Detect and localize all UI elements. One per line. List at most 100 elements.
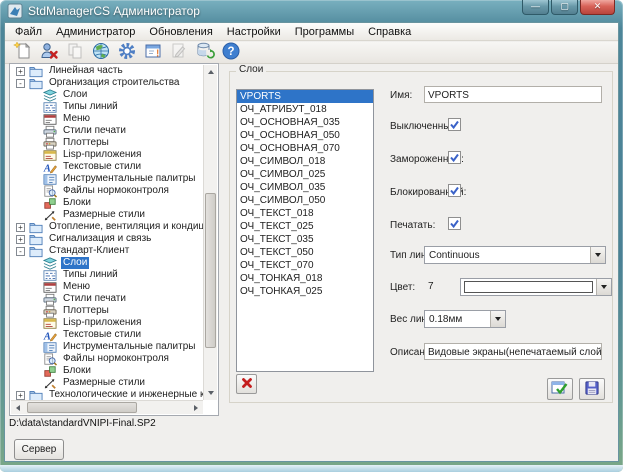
close-button[interactable]: ✕ xyxy=(580,0,615,15)
tree-item[interactable]: Типы линий xyxy=(10,101,203,113)
lineweight-combo[interactable]: 0.18мм xyxy=(424,310,506,328)
layer-list-item[interactable]: VPORTS xyxy=(237,90,373,103)
expand-icon[interactable]: + xyxy=(16,235,25,244)
layer-list-item[interactable]: ОЧ_ТЕКСТ_035 xyxy=(237,233,373,246)
tree-item[interactable]: - Стандарт-Клиент xyxy=(10,245,203,257)
locked-checkbox[interactable] xyxy=(448,184,461,197)
tree-item[interactable]: Размерные стили xyxy=(10,209,203,221)
globe-update-button[interactable] xyxy=(88,42,114,63)
menu-item[interactable]: Администратор xyxy=(49,24,142,40)
layer-list-item[interactable]: ОЧ_ОСНОВНАЯ_070 xyxy=(237,142,373,155)
layer-list-item[interactable]: ОЧ_СИМВОЛ_018 xyxy=(237,155,373,168)
help-icon: ? xyxy=(221,41,241,64)
tree-item[interactable]: Меню xyxy=(10,113,203,125)
collapse-icon[interactable]: - xyxy=(16,247,25,256)
layer-list-item[interactable]: ОЧ_ОСНОВНАЯ_035 xyxy=(237,116,373,129)
layer-list-item[interactable]: ОЧ_СИМВОЛ_035 xyxy=(237,181,373,194)
chevron-down-icon[interactable] xyxy=(590,247,605,263)
tree-item[interactable]: Стили печати xyxy=(10,125,203,137)
tree-item[interactable]: + Линейная часть xyxy=(10,65,203,77)
menu-item[interactable]: Файл xyxy=(8,24,49,40)
tree-item[interactable]: AТекстовые стили xyxy=(10,329,203,341)
linetype-combo[interactable]: Continuous xyxy=(424,246,606,264)
menu-item[interactable]: Программы xyxy=(288,24,361,40)
name-input[interactable]: VPORTS xyxy=(424,86,602,103)
tree-item-label: Стандарт-Клиент xyxy=(47,245,131,257)
chevron-down-icon[interactable] xyxy=(490,311,505,327)
help-button[interactable]: ? xyxy=(218,42,244,63)
tree-item[interactable]: +Технологические и инженерные коммуни xyxy=(10,389,203,400)
tree-item[interactable]: Файлы нормоконтроля xyxy=(10,353,203,365)
tree-vscroll-thumb[interactable] xyxy=(205,193,216,348)
collapse-icon[interactable]: - xyxy=(16,79,25,88)
off-checkbox[interactable] xyxy=(448,118,461,131)
window-settings-button[interactable]: ! xyxy=(140,42,166,63)
tree-hscroll-thumb[interactable] xyxy=(27,402,137,413)
expand-icon[interactable]: + xyxy=(16,223,25,232)
tree-item[interactable]: Плоттеры xyxy=(10,137,203,149)
layer-list-item[interactable]: ОЧ_СИМВОЛ_050 xyxy=(237,194,373,207)
tree-item[interactable]: Файлы нормоконтроля xyxy=(10,185,203,197)
minimize-button[interactable]: — xyxy=(522,0,549,15)
layer-list-item[interactable]: ОЧ_ТОНКАЯ_018 xyxy=(237,272,373,285)
globe-update-icon xyxy=(91,41,111,64)
edit-button[interactable] xyxy=(166,42,192,63)
tree-item-label: Сигнализация и связь xyxy=(47,233,153,245)
tree-item[interactable]: Плоттеры xyxy=(10,305,203,317)
tree-horizontal-scrollbar[interactable] xyxy=(11,400,203,414)
plot-checkbox[interactable] xyxy=(448,217,461,230)
color-combo[interactable] xyxy=(460,278,612,296)
menu-item[interactable]: Справка xyxy=(361,24,418,40)
tree-item[interactable]: Размерные стили xyxy=(10,377,203,389)
tree-item[interactable]: Инструментальные палитры xyxy=(10,173,203,185)
new-document-button[interactable] xyxy=(10,42,36,63)
tree-item[interactable]: Lisp-приложения xyxy=(10,149,203,161)
delete-layer-button[interactable] xyxy=(236,374,257,394)
server-button[interactable]: Сервер xyxy=(14,439,64,460)
database-refresh-button[interactable] xyxy=(192,42,218,63)
expand-icon[interactable]: + xyxy=(16,391,25,400)
tree-item[interactable]: Слои xyxy=(10,257,203,269)
tree-vertical-scrollbar[interactable] xyxy=(203,65,217,400)
scroll-left-icon[interactable] xyxy=(11,401,25,415)
tree-item[interactable]: Инструментальные палитры xyxy=(10,341,203,353)
tree-item[interactable]: Стили печати xyxy=(10,293,203,305)
settings-gear-button[interactable] xyxy=(114,42,140,63)
description-input[interactable]: Видовые экраны(непечатаемый слой) xyxy=(424,343,602,360)
maximize-button[interactable]: ▢ xyxy=(551,0,578,15)
tree-item[interactable]: Блоки xyxy=(10,365,203,377)
menu-item[interactable]: Обновления xyxy=(142,24,219,40)
layer-list-item[interactable]: ОЧ_ТЕКСТ_025 xyxy=(237,220,373,233)
window-settings-icon: ! xyxy=(143,41,163,64)
tree-item[interactable]: Lisp-приложения xyxy=(10,317,203,329)
tree-item[interactable]: Меню xyxy=(10,281,203,293)
scroll-down-icon[interactable] xyxy=(204,386,218,400)
scroll-right-icon[interactable] xyxy=(189,401,203,415)
copy-button[interactable] xyxy=(62,42,88,63)
layer-list-item[interactable]: ОЧ_ТОНКАЯ_025 xyxy=(237,285,373,298)
layer-list-item[interactable]: ОЧ_ОСНОВНАЯ_050 xyxy=(237,129,373,142)
expand-icon[interactable]: + xyxy=(16,67,25,76)
tree-item-label: Линейная часть xyxy=(47,65,125,77)
layer-list-item[interactable]: ОЧ_АТРИБУТ_018 xyxy=(237,103,373,116)
tree-item[interactable]: Типы линий xyxy=(10,269,203,281)
tree-item[interactable]: +Отопление, вентиляция и кондиционирс xyxy=(10,221,203,233)
menu-item[interactable]: Настройки xyxy=(220,24,288,40)
tree-item[interactable]: -Организация строительства xyxy=(10,77,203,89)
tree-item[interactable]: + Сигнализация и связь xyxy=(10,233,203,245)
tree-item[interactable]: Слои xyxy=(10,89,203,101)
layer-list-item[interactable]: ОЧ_ТЕКСТ_070 xyxy=(237,259,373,272)
tree-item[interactable]: AТекстовые стили xyxy=(10,161,203,173)
apply-button[interactable] xyxy=(547,378,573,400)
layer-list-item[interactable]: ОЧ_ТЕКСТ_018 xyxy=(237,207,373,220)
tree-item[interactable]: Блоки xyxy=(10,197,203,209)
layer-list-item[interactable]: ОЧ_СИМВОЛ_025 xyxy=(237,168,373,181)
layer-list[interactable]: VPORTSОЧ_АТРИБУТ_018ОЧ_ОСНОВНАЯ_035ОЧ_ОС… xyxy=(236,89,374,372)
frozen-checkbox[interactable] xyxy=(448,151,461,164)
chevron-down-icon[interactable] xyxy=(596,279,611,295)
title-bar[interactable]: StdManagerCS Администратор — ▢ ✕ xyxy=(0,0,623,22)
delete-user-button[interactable] xyxy=(36,42,62,63)
layer-list-item[interactable]: ОЧ_ТЕКСТ_050 xyxy=(237,246,373,259)
save-button[interactable] xyxy=(579,378,605,400)
scroll-up-icon[interactable] xyxy=(204,65,218,79)
